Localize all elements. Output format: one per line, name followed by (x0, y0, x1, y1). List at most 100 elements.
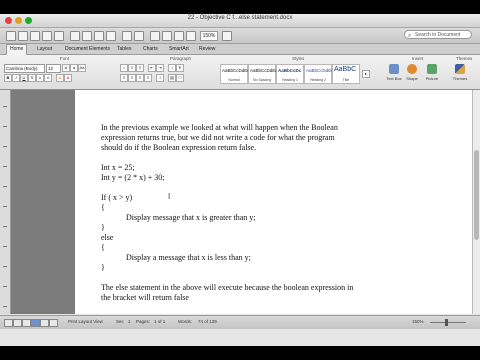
shape-button[interactable]: Shape (404, 64, 420, 86)
code-line: If ( x > y) (101, 193, 133, 202)
standard-toolbar: 150% ⌕ Search in Document (0, 28, 480, 44)
templates-icon[interactable] (18, 31, 28, 41)
paragraph-line: the bracket will return false (101, 293, 189, 302)
save-icon[interactable] (42, 31, 52, 41)
style-no-spacing[interactable]: AaBbCcDdEe No Spacing (248, 64, 278, 84)
borders-icon[interactable]: □ (176, 74, 184, 82)
code-line: Int x = 25; (101, 163, 135, 172)
video-frame: 22 - Objective C f...else statement.docx… (0, 0, 480, 360)
tab-review[interactable]: Review (196, 45, 218, 54)
decrease-indent-icon[interactable]: ⇤ (148, 64, 156, 72)
style-heading-1[interactable]: AaBbCcDc Heading 1 (276, 64, 304, 84)
paragraph-line: should do if the Boolean expression retu… (101, 143, 257, 152)
document-area: In the previous example we looked at wha… (0, 90, 480, 314)
styles-more-icon[interactable]: ▸ (362, 70, 370, 78)
words-value: 74 of 139 (198, 319, 217, 324)
numbering-icon[interactable]: 1 (128, 64, 136, 72)
style-title[interactable]: AaBbC Title (332, 64, 360, 84)
paragraph-line: expression returns true, but we did not … (101, 133, 335, 142)
document-page[interactable]: In the previous example we looked at wha… (75, 90, 475, 314)
window-bottom (0, 329, 480, 346)
underline-icon[interactable]: U (20, 74, 28, 82)
tab-smartart[interactable]: SmartArt (166, 45, 192, 54)
picture-button[interactable]: Picture (424, 64, 440, 86)
bullets-icon[interactable]: • (120, 64, 128, 72)
line-spacing-icon[interactable]: ↕ (156, 74, 164, 82)
section-value: 1 (128, 319, 131, 324)
search-placeholder: Search in Document (415, 32, 461, 38)
tab-document-elements[interactable]: Document Elements (62, 45, 113, 54)
themes-button[interactable]: Themes (452, 64, 468, 86)
draft-view-icon[interactable] (4, 319, 13, 327)
open-icon[interactable] (30, 31, 40, 41)
multilevel-list-icon[interactable]: ≡ (136, 64, 144, 72)
scroll-thumb[interactable] (474, 150, 479, 240)
font-size-field[interactable]: 12 (46, 64, 61, 73)
ribbon-tabs: Home Layout Document Elements Tables Cha… (0, 44, 480, 55)
font-group-label: Font (60, 56, 70, 61)
font-name-field[interactable]: Cambria (Body) (4, 64, 45, 73)
title-bar: 22 - Objective C f...else statement.docx (0, 14, 480, 28)
outline-view-icon[interactable] (13, 319, 22, 327)
columns-icon[interactable] (162, 31, 172, 41)
increase-indent-icon[interactable]: ⇥ (156, 64, 164, 72)
tab-tables[interactable]: Tables (114, 45, 134, 54)
redo-icon[interactable] (134, 31, 144, 41)
copy-icon[interactable] (82, 31, 92, 41)
code-line: Display a message that x is less than y; (126, 253, 251, 262)
italic-icon[interactable]: I (12, 74, 20, 82)
publishing-view-icon[interactable] (22, 319, 31, 327)
pilcrow-icon[interactable]: ¶ (176, 64, 184, 72)
tab-charts[interactable]: Charts (140, 45, 161, 54)
notebook-view-icon[interactable] (40, 319, 49, 327)
superscript-icon[interactable]: x (36, 74, 44, 82)
code-line: Display message that x is greater than y… (126, 213, 256, 222)
text-box-button[interactable]: Text Box (386, 64, 402, 86)
align-center-icon[interactable]: ≡ (128, 74, 136, 82)
words-label: Words: (178, 319, 193, 324)
style-heading-2[interactable]: AaBbCcDdEe Heading 2 (304, 64, 334, 84)
zoom-slider-knob[interactable] (445, 319, 448, 326)
zoom-slider[interactable] (430, 322, 466, 323)
grow-font-icon[interactable]: A (62, 64, 70, 72)
zoom-field[interactable]: 150% (200, 31, 218, 41)
pages-label: Pages: (136, 319, 151, 324)
word-window: 22 - Objective C f...else statement.docx… (0, 14, 480, 346)
style-normal[interactable]: AaBbCcDdEe Normal (220, 64, 250, 84)
tab-home[interactable]: Home (6, 44, 28, 55)
paragraph-group-label: Paragraph (170, 56, 192, 61)
print-icon[interactable] (54, 31, 64, 41)
strikethrough-icon[interactable]: S (28, 74, 36, 82)
print-layout-view-icon[interactable] (31, 319, 40, 327)
bold-icon[interactable]: B (4, 74, 12, 82)
undo-icon[interactable] (122, 31, 132, 41)
search-field[interactable]: ⌕ Search in Document (404, 30, 472, 39)
shrink-font-icon[interactable]: a (70, 64, 78, 72)
vertical-scrollbar[interactable] (472, 90, 480, 314)
window-title: 22 - Objective C f...else statement.docx (187, 15, 293, 21)
format-painter-icon[interactable] (106, 31, 116, 41)
code-line: else (101, 233, 114, 242)
font-color-icon[interactable]: A (64, 74, 72, 82)
paste-icon[interactable] (94, 31, 104, 41)
status-bar: Print Layout View Sec 1 Pages: 1 of 1 Wo… (0, 315, 480, 329)
shading-icon[interactable]: ▤ (168, 74, 176, 82)
sidebar-icon[interactable] (174, 31, 184, 41)
full-screen-view-icon[interactable] (49, 319, 58, 327)
table-icon[interactable] (150, 31, 160, 41)
subscript-icon[interactable]: x (44, 74, 52, 82)
new-document-icon[interactable] (6, 31, 16, 41)
code-line: } (101, 223, 105, 232)
justify-icon[interactable]: ≡ (144, 74, 152, 82)
highlight-icon[interactable]: A (56, 74, 64, 82)
help-icon[interactable] (222, 31, 232, 41)
align-right-icon[interactable]: ≡ (136, 74, 144, 82)
cut-icon[interactable] (70, 31, 80, 41)
align-left-icon[interactable]: ≡ (120, 74, 128, 82)
paragraph-line: The else statement in the above will exe… (101, 283, 354, 292)
tab-layout[interactable]: Layout (34, 45, 55, 54)
change-case-icon[interactable]: Aa (78, 64, 86, 72)
show-hide-icon[interactable] (186, 31, 196, 41)
styles-group-label: Styles (292, 56, 305, 61)
sort-icon[interactable]: ↕ (168, 64, 176, 72)
